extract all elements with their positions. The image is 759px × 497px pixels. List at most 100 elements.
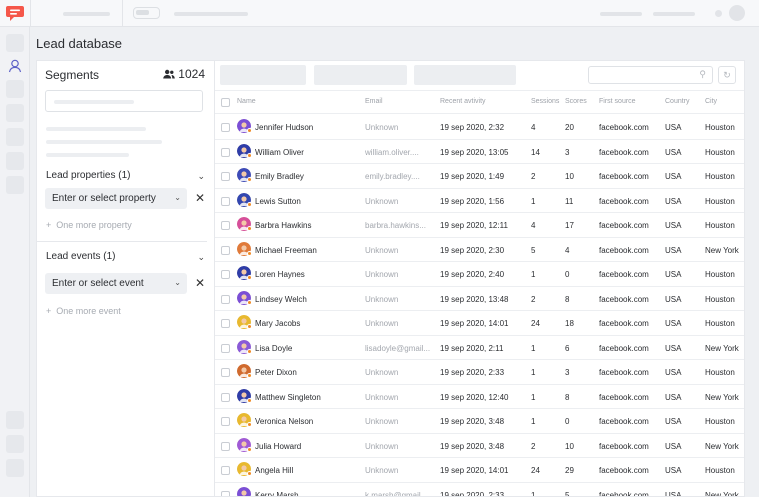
table-row[interactable]: Julia Howard Unknown 19 sep 2020, 3:48 2 10 f…: [215, 434, 744, 458]
table-row[interactable]: Lisa Doyle lisadoyle@gmail... 19 sep 2020,…: [215, 336, 744, 360]
cell-name[interactable]: Lisa Doyle: [255, 344, 292, 353]
cell-name[interactable]: Emily Bradley: [255, 172, 304, 181]
table-row[interactable]: Peter Dixon Unknown 19 sep 2020, 2:33 1 3 fac…: [215, 360, 744, 385]
status-dot: [247, 324, 252, 329]
row-checkbox[interactable]: [221, 343, 230, 353]
cell-name[interactable]: Loren Haynes: [255, 270, 305, 279]
table-row[interactable]: Kerry Marsh k.marsh@gmail.... 19 sep 2020,…: [215, 483, 744, 497]
table-row[interactable]: Barbra Hawkins barbra.hawkins... 19 sep 20…: [215, 213, 744, 238]
row-checkbox[interactable]: [221, 466, 230, 475]
rail-item[interactable]: [6, 176, 24, 194]
col-recent-activity[interactable]: Recent avtivity: [440, 98, 486, 105]
table-row[interactable]: Mary Jacobs Unknown 19 sep 2020, 14:01 24 18…: [215, 311, 744, 336]
cell-name[interactable]: Kerry Marsh: [255, 491, 299, 497]
col-city[interactable]: City: [705, 98, 717, 105]
col-country[interactable]: Country: [665, 98, 690, 105]
cell-scores: 8: [565, 294, 570, 304]
table-row[interactable]: Loren Haynes Unknown 19 sep 2020, 2:40 1 0 fa…: [215, 262, 744, 287]
table-row[interactable]: Lindsey Welch Unknown 19 sep 2020, 13:48 2 8…: [215, 287, 744, 311]
row-checkbox[interactable]: [221, 196, 230, 206]
cell-scores: 11: [565, 196, 574, 206]
cell-name[interactable]: Barbra Hawkins: [255, 221, 311, 230]
toolbar-placeholder[interactable]: [220, 65, 306, 85]
col-name[interactable]: Name: [237, 98, 256, 105]
cell-recent-activity: 19 sep 2020, 12:11: [440, 221, 508, 230]
cell-name[interactable]: Matthew Singleton: [255, 393, 321, 402]
cell-name[interactable]: Peter Dixon: [255, 368, 297, 377]
table-row[interactable]: Angela Hill Unknown 19 sep 2020, 14:01 24 29…: [215, 458, 744, 483]
top-bar: [0, 0, 759, 27]
row-checkbox[interactable]: [221, 147, 230, 157]
row-checkbox[interactable]: [221, 368, 230, 377]
cell-recent-activity: 19 sep 2020, 2:40: [440, 270, 505, 279]
rail-item[interactable]: [6, 459, 24, 477]
row-checkbox[interactable]: [221, 172, 230, 181]
row-checkbox[interactable]: [221, 123, 230, 132]
cell-name[interactable]: Veronica Nelson: [255, 417, 313, 426]
table-row[interactable]: Michael Freeman Unknown 19 sep 2020, 2:30 5…: [215, 238, 744, 262]
cell-name[interactable]: Julia Howard: [255, 442, 301, 451]
table-row[interactable]: Emily Bradley emily.bradley.... 19 sep 202…: [215, 164, 744, 189]
table-row[interactable]: William Oliver william.oliver.... 19 sep 2…: [215, 140, 744, 164]
rail-item[interactable]: [6, 34, 24, 52]
table-search-input[interactable]: ⚲: [588, 66, 713, 84]
user-avatar[interactable]: [729, 5, 745, 21]
row-checkbox[interactable]: [221, 294, 230, 304]
row-checkbox[interactable]: [221, 441, 230, 451]
row-checkbox[interactable]: [221, 417, 230, 426]
row-checkbox[interactable]: [221, 392, 230, 402]
chevron-down-icon: ⌄: [174, 278, 181, 287]
cell-name[interactable]: William Oliver: [255, 148, 304, 157]
rail-item[interactable]: [6, 435, 24, 453]
toggle-switch[interactable]: [133, 7, 160, 19]
cell-recent-activity: 19 sep 2020, 2:32: [440, 123, 505, 132]
select-all-checkbox[interactable]: [221, 98, 230, 107]
toolbar-placeholder[interactable]: [414, 65, 516, 85]
lead-properties-header[interactable]: Lead properties (1): [46, 170, 131, 181]
remove-event-button[interactable]: ✕: [195, 276, 205, 290]
property-select[interactable]: Enter or select property ⌄: [45, 188, 187, 209]
col-sessions[interactable]: Sessions: [531, 98, 559, 105]
lead-events-header[interactable]: Lead events (1): [46, 251, 116, 262]
rail-item[interactable]: [6, 128, 24, 146]
col-first-source[interactable]: First source: [599, 98, 636, 105]
cell-email: Unknown: [365, 294, 399, 304]
col-scores[interactable]: Scores: [565, 98, 587, 105]
row-checkbox[interactable]: [221, 490, 230, 496]
cell-name[interactable]: Michael Freeman: [255, 246, 317, 255]
rail-item[interactable]: [6, 411, 24, 429]
table-row[interactable]: Veronica Nelson Unknown 19 sep 2020, 3:48 1…: [215, 409, 744, 434]
table-row[interactable]: Matthew Singleton Unknown 19 sep 2020, 12:…: [215, 385, 744, 409]
cell-name[interactable]: Lindsey Welch: [255, 295, 307, 304]
cell-name[interactable]: Lewis Sutton: [255, 197, 301, 206]
cell-email: Unknown: [365, 123, 399, 132]
col-email[interactable]: Email: [365, 98, 383, 105]
chevron-down-icon[interactable]: ⌄: [197, 171, 205, 182]
event-select[interactable]: Enter or select event ⌄: [45, 273, 187, 294]
segments-search-input[interactable]: [45, 90, 203, 112]
notification-dot[interactable]: [715, 10, 722, 17]
rail-item[interactable]: [6, 152, 24, 170]
rail-item[interactable]: [6, 80, 24, 98]
add-event-link[interactable]: + One more event: [46, 306, 121, 316]
table-row[interactable]: Jennifer Hudson Unknown 19 sep 2020, 2:32 4…: [215, 115, 744, 140]
chat-logo-icon[interactable]: [5, 4, 25, 23]
cell-name[interactable]: Angela Hill: [255, 466, 293, 475]
cell-name[interactable]: Jennifer Hudson: [255, 123, 313, 132]
cell-country: USA: [665, 441, 682, 451]
cell-scores: 20: [565, 123, 574, 132]
row-checkbox[interactable]: [221, 221, 230, 230]
rail-item[interactable]: [6, 104, 24, 122]
row-checkbox[interactable]: [221, 245, 230, 255]
refresh-button[interactable]: ↻: [718, 66, 736, 84]
rail-item-leads[interactable]: [6, 57, 24, 75]
add-property-link[interactable]: + One more property: [46, 220, 132, 230]
toolbar-placeholder[interactable]: [314, 65, 407, 85]
table-row[interactable]: Lewis Sutton Unknown 19 sep 2020, 1:56 1 11 f…: [215, 189, 744, 213]
row-checkbox[interactable]: [221, 270, 230, 279]
row-checkbox[interactable]: [221, 319, 230, 328]
remove-property-button[interactable]: ✕: [195, 191, 205, 205]
cell-name[interactable]: Mary Jacobs: [255, 319, 300, 328]
cell-sessions: 1: [531, 270, 536, 279]
chevron-down-icon[interactable]: ⌄: [197, 252, 205, 263]
